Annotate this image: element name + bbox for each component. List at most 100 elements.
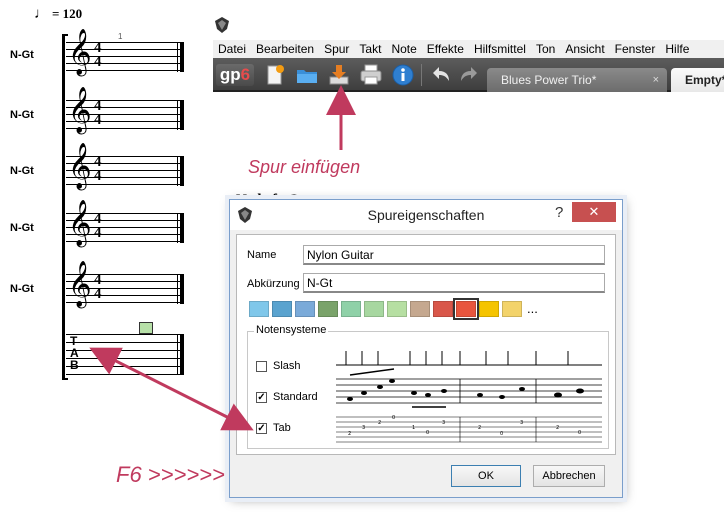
standard-option[interactable]: ✓ Standard <box>256 391 318 403</box>
treble-clef-icon: 𝄞 <box>68 200 92 246</box>
standard-checkbox[interactable]: ✓ <box>256 391 267 403</box>
standard-staff[interactable]: 𝄞 44 <box>66 203 184 243</box>
tempo-marking: ♩ = 120 <box>34 6 82 23</box>
color-swatch[interactable] <box>453 298 479 320</box>
name-label: Name <box>247 249 277 261</box>
menu-hilfe[interactable]: Hilfe <box>660 42 694 56</box>
name-field[interactable]: Nylon Guitar <box>303 245 605 265</box>
color-swatch[interactable] <box>318 301 338 317</box>
slash-checkbox[interactable] <box>256 360 267 372</box>
time-signature: 44 <box>94 211 102 241</box>
color-swatch[interactable] <box>295 301 315 317</box>
app-icon <box>215 17 229 33</box>
menu-ton[interactable]: Ton <box>531 42 560 56</box>
menu-hilfsmittel[interactable]: Hilfsmittel <box>469 42 531 56</box>
standard-staff[interactable]: 𝄞 44 <box>66 264 184 304</box>
tab-checkbox[interactable]: ✓ <box>256 422 267 434</box>
gp6-logo: gp6 <box>216 64 254 86</box>
close-button[interactable]: ✕ <box>572 202 616 222</box>
track-label[interactable]: N-Gt <box>10 49 34 61</box>
color-swatch[interactable] <box>410 301 430 317</box>
svg-text:3: 3 <box>520 420 523 426</box>
tab-note-marker[interactable] <box>139 322 153 334</box>
insert-track-icon[interactable] <box>327 63 351 87</box>
menu-spur[interactable]: Spur <box>319 42 354 56</box>
notation-group: Notensysteme Slash ✓ Standard ✓ Tab 2 3 … <box>247 324 609 449</box>
color-swatch[interactable] <box>341 301 361 317</box>
track-label[interactable]: N-Gt <box>10 222 34 234</box>
new-document-icon[interactable] <box>263 63 287 87</box>
quarter-note-icon: ♩ <box>34 6 49 22</box>
abbreviation-label: Abkürzung <box>247 278 300 290</box>
color-swatch[interactable] <box>433 301 453 317</box>
tab-staff[interactable]: T A B <box>66 334 184 375</box>
track-label[interactable]: N-Gt <box>10 109 34 121</box>
tab-label: Empty* <box>685 73 724 87</box>
dialog-titlebar[interactable]: Spureigenschaften ? ✕ <box>230 200 622 230</box>
svg-text:2: 2 <box>556 425 559 431</box>
svg-text:2: 2 <box>378 420 381 426</box>
menu-datei[interactable]: Datei <box>213 42 251 56</box>
standard-label: Standard <box>273 391 318 403</box>
tab-option[interactable]: ✓ Tab <box>256 422 291 434</box>
close-icon[interactable]: × <box>653 68 659 92</box>
menu-takt[interactable]: Takt <box>354 42 386 56</box>
svg-text:3: 3 <box>442 420 445 426</box>
color-swatch[interactable] <box>364 301 384 317</box>
tab-clef-letter: B <box>70 358 79 372</box>
track-label[interactable]: N-Gt <box>10 165 34 177</box>
color-swatch[interactable] <box>249 301 269 317</box>
undo-icon[interactable] <box>429 63 453 87</box>
redo-icon[interactable] <box>457 63 481 87</box>
menu-note[interactable]: Note <box>386 42 421 56</box>
time-signature: 44 <box>94 272 102 302</box>
time-signature: 44 <box>94 154 102 184</box>
open-folder-icon[interactable] <box>295 63 319 87</box>
more-colors-button[interactable]: ... <box>527 301 538 317</box>
color-swatch[interactable] <box>272 301 292 317</box>
color-swatch[interactable] <box>387 301 407 317</box>
annotation-spur-einfuegen: Spur einfügen <box>248 157 361 177</box>
annotation-f6: F6 >>>>>> <box>116 462 225 487</box>
time-signature: 44 <box>94 40 102 70</box>
menu-ansicht[interactable]: Ansicht <box>560 42 609 56</box>
standard-staff[interactable]: 𝄞 44 <box>66 90 184 130</box>
time-signature: 44 <box>94 98 102 128</box>
svg-text:1: 1 <box>412 425 415 431</box>
print-icon[interactable] <box>359 63 383 87</box>
standard-staff[interactable]: 𝄞 44 <box>66 32 184 72</box>
slash-label: Slash <box>273 360 301 372</box>
svg-text:0: 0 <box>392 415 395 421</box>
color-swatch[interactable] <box>502 301 522 317</box>
cancel-button[interactable]: Abbrechen <box>533 465 605 487</box>
dialog-body: Name Nylon Guitar Abkürzung N-Gt ... Not… <box>236 234 616 455</box>
abbreviation-field[interactable]: N-Gt <box>303 273 605 293</box>
tab-blues-power-trio[interactable]: Blues Power Trio* × <box>487 68 667 92</box>
group-title: Notensysteme <box>254 324 329 336</box>
info-icon[interactable] <box>391 63 415 87</box>
slash-option[interactable]: Slash <box>256 360 301 372</box>
treble-clef-icon: 𝄞 <box>68 29 92 75</box>
toolbar-separator <box>421 64 422 86</box>
color-swatch[interactable] <box>479 301 499 317</box>
tab-empty[interactable]: Empty* <box>671 68 724 92</box>
menu-bearbeiten[interactable]: Bearbeiten <box>251 42 319 56</box>
svg-text:2: 2 <box>348 431 351 437</box>
svg-text:3: 3 <box>362 425 365 431</box>
standard-staff[interactable]: 𝄞 44 <box>66 146 184 186</box>
menu-fenster[interactable]: Fenster <box>610 42 661 56</box>
svg-text:0: 0 <box>578 430 581 436</box>
track-label[interactable]: N-Gt <box>10 283 34 295</box>
treble-clef-icon: 𝄞 <box>68 143 92 189</box>
track-properties-dialog: Spureigenschaften ? ✕ Name Nylon Guitar … <box>229 199 623 498</box>
treble-clef-icon: 𝄞 <box>68 261 92 307</box>
treble-clef-icon: 𝄞 <box>68 87 92 133</box>
toolbar: gp6 Blues Power Trio* × Empty* <box>213 58 724 92</box>
bar-number: 1 <box>118 32 123 41</box>
help-button[interactable]: ? <box>555 204 563 221</box>
tab-label: Tab <box>273 422 291 434</box>
svg-text:2: 2 <box>478 425 481 431</box>
ok-button[interactable]: OK <box>451 465 521 487</box>
menu-effekte[interactable]: Effekte <box>422 42 469 56</box>
notation-preview: 2 3 2 0 1 0 3 2 0 3 2 0 <box>336 349 602 445</box>
